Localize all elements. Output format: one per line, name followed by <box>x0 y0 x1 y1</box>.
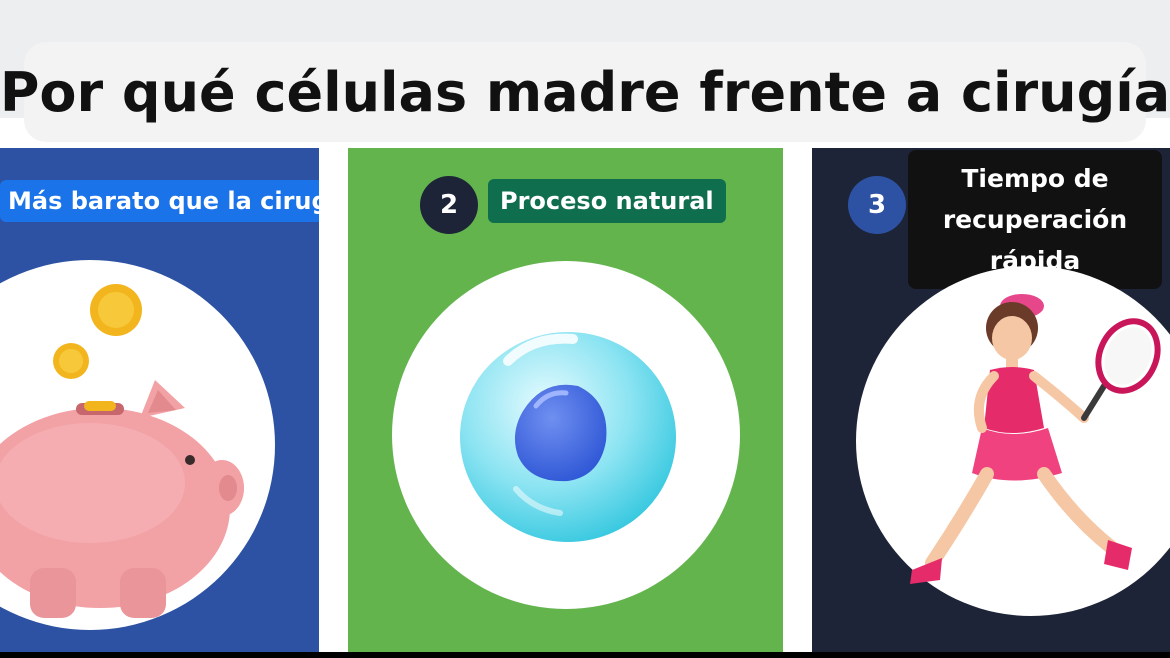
panel-cheaper: Más barato que la cirugía <box>0 148 319 652</box>
panel-label: Proceso natural <box>488 179 726 223</box>
panel-recovery: 3 Tiempo de recuperación rápida <box>812 148 1170 652</box>
page-title: Por qué células madre frente a cirugía <box>0 60 1170 124</box>
piggy-bank-icon <box>0 284 244 618</box>
panel-label: Más barato que la cirugía <box>0 180 319 222</box>
panel-natural: 2 Proceso natural <box>348 148 783 652</box>
title-banner: Por qué células madre frente a cirugía <box>0 42 1170 142</box>
step-number-badge: 3 <box>848 176 906 234</box>
step-number-badge: 2 <box>420 176 478 234</box>
stem-cell-icon <box>460 332 676 542</box>
bottom-bar <box>0 652 1170 658</box>
tennis-player-icon <box>910 294 1161 584</box>
